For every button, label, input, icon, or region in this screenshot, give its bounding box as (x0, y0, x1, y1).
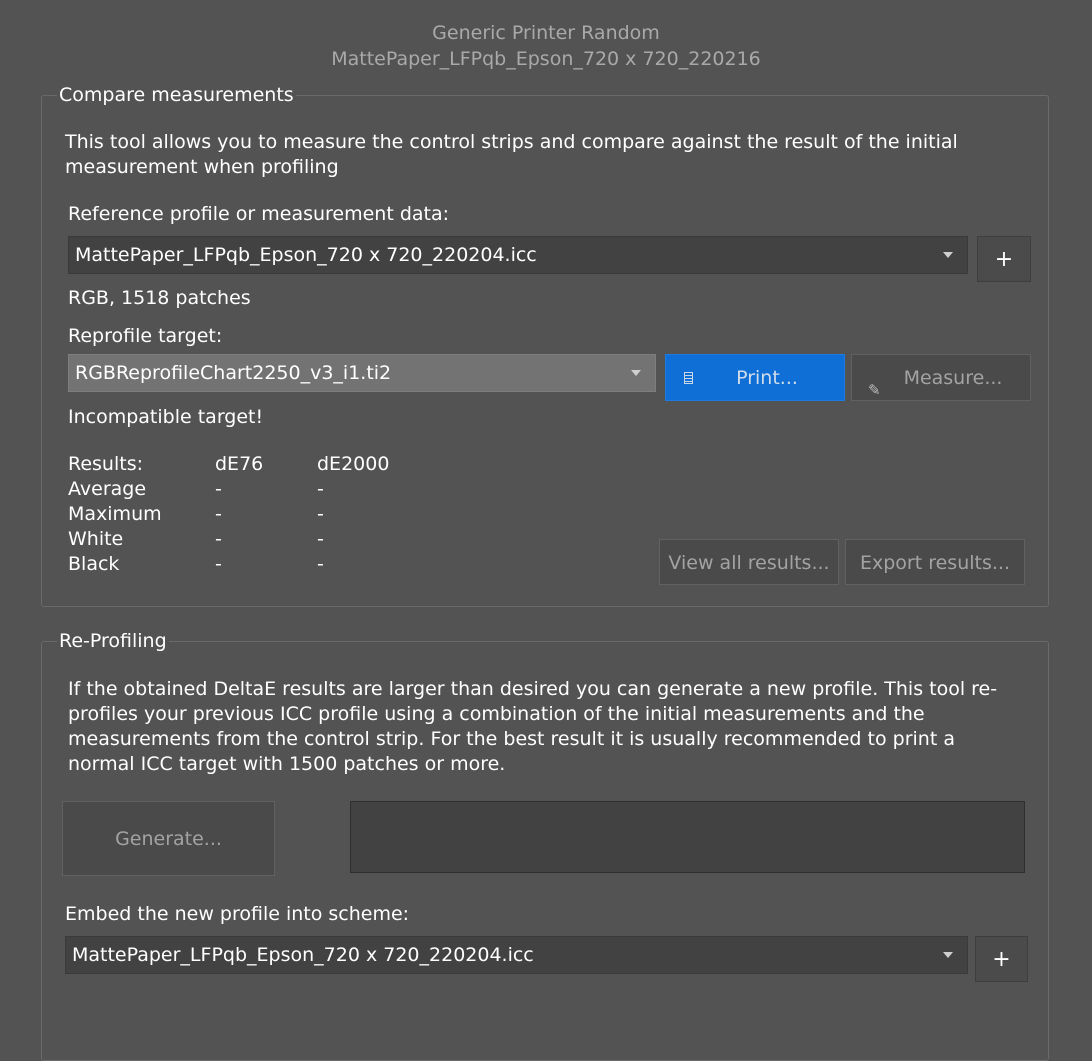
print-button[interactable]: Print... (665, 354, 845, 401)
results-header: Results: (68, 453, 144, 475)
reference-info: RGB, 1518 patches (68, 287, 251, 309)
chevron-down-icon (943, 952, 953, 958)
measure-label: Measure... (903, 367, 1003, 389)
reference-profile-value: MattePaper_LFPqb_Epson_720 x 720_220204.… (75, 244, 537, 266)
results-row-de76: - (215, 528, 222, 550)
results-header-de2000: dE2000 (317, 453, 390, 475)
reprofiling-description: If the obtained DeltaE results are large… (68, 678, 998, 775)
export-results-button[interactable]: Export results... (845, 539, 1025, 585)
incompatible-target-warning: Incompatible target! (68, 406, 264, 428)
compare-description: This tool allows you to measure the cont… (65, 131, 958, 178)
results-row-de2000: - (317, 503, 324, 525)
reprofile-target-value: RGBReprofileChart2250_v3_i1.ti2 (75, 362, 392, 384)
chevron-down-icon (631, 370, 641, 376)
results-row-label: Black (68, 553, 120, 575)
reprofiling-title: Re-Profiling (57, 630, 169, 652)
reference-label: Reference profile or measurement data: (68, 203, 450, 225)
results-row-de2000: - (317, 478, 324, 500)
measure-button[interactable]: ✎ Measure... (851, 354, 1031, 401)
add-reference-button[interactable]: + (977, 236, 1031, 282)
pipette-icon: ✎ (868, 381, 881, 399)
reference-profile-dropdown[interactable]: MattePaper_LFPqb_Epson_720 x 720_220204.… (68, 236, 968, 274)
results-header-de76: dE76 (215, 453, 264, 475)
chevron-down-icon (943, 252, 953, 258)
results-row-de76: - (215, 503, 222, 525)
results-row-label: Maximum (68, 503, 162, 525)
results-row-de2000: - (317, 553, 324, 575)
reprofile-target-dropdown[interactable]: RGBReprofileChart2250_v3_i1.ti2 (68, 354, 656, 392)
results-row-label: Average (68, 478, 147, 500)
generate-button[interactable]: Generate... (62, 801, 275, 876)
target-label: Reprofile target: (68, 325, 223, 347)
results-row-label: White (68, 528, 124, 550)
view-all-results-button[interactable]: View all results... (659, 539, 839, 585)
embed-label: Embed the new profile into scheme: (65, 903, 410, 925)
profile-name: MattePaper_LFPqb_Epson_720 x 720_220216 (331, 48, 761, 70)
embed-profile-value: MattePaper_LFPqb_Epson_720 x 720_220204.… (72, 944, 534, 966)
document-icon (684, 372, 693, 384)
add-embed-profile-button[interactable]: + (975, 936, 1028, 982)
results-row-de76: - (215, 478, 222, 500)
generate-output-box (350, 801, 1025, 873)
printer-name: Generic Printer Random (432, 22, 660, 44)
results-row-de76: - (215, 553, 222, 575)
compare-measurements-title: Compare measurements (57, 84, 296, 106)
embed-profile-dropdown[interactable]: MattePaper_LFPqb_Epson_720 x 720_220204.… (65, 936, 968, 974)
print-label: Print... (736, 367, 798, 389)
results-row-de2000: - (317, 528, 324, 550)
